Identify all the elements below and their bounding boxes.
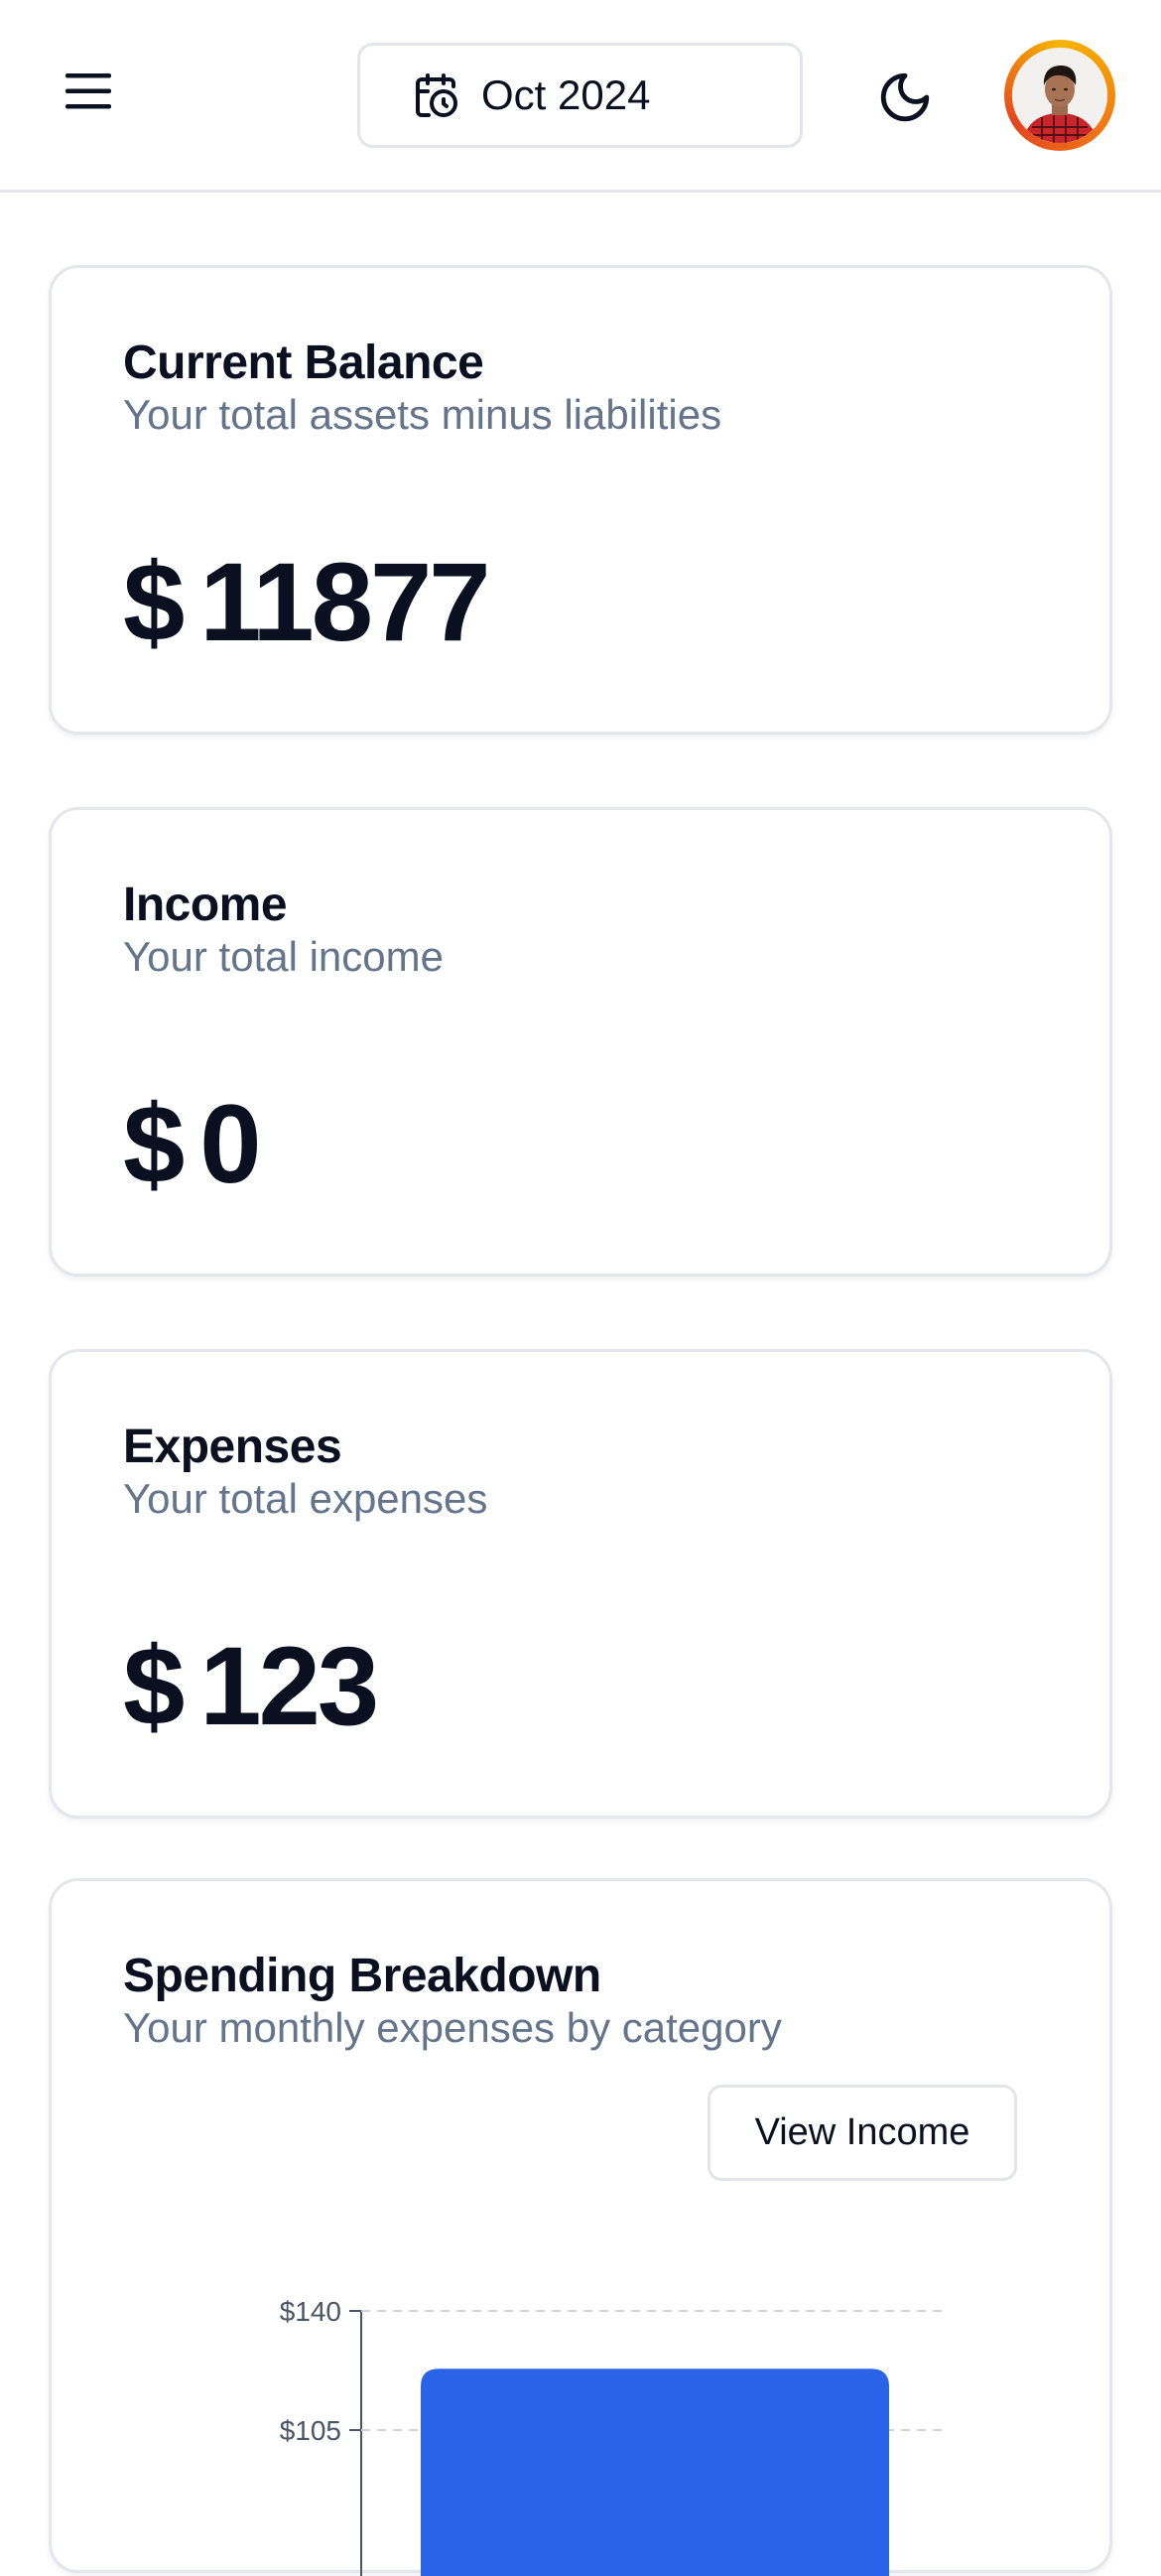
current-balance-card: Current Balance Your total assets minus … [49,265,1112,735]
card-subtitle: Your total expenses [123,1475,488,1522]
balance-value: 11877 [199,540,490,664]
currency-symbol: $ [123,1082,185,1206]
card-subtitle: Your total assets minus liabilities [123,391,722,438]
expenses-amount: $123 [123,1622,379,1750]
card-title: Current Balance [123,337,484,389]
currency-symbol: $ [123,540,185,664]
spending-breakdown-card: Spending Breakdown Your monthly expenses… [49,1878,1112,2576]
card-title: Expenses [123,1421,342,1473]
moon-icon[interactable] [876,68,934,126]
y-tick-label: $105 [280,2415,341,2446]
month-picker-button[interactable]: Oct 2024 [357,43,803,148]
top-app-bar: Oct 2024 [0,0,1161,193]
theme-toggle-button[interactable] [873,66,937,129]
chart-bar [421,2369,889,2576]
avatar-photo [1012,48,1107,143]
spending-bar-chart: $140 $105 [280,2296,945,2576]
expenses-value: 123 [199,1624,379,1748]
y-tick-label: $140 [280,2296,341,2327]
menu-button[interactable] [60,62,119,121]
avatar[interactable] [1004,40,1115,151]
balance-amount: $11877 [123,538,491,666]
income-value: 0 [199,1082,261,1206]
card-title: Income [123,879,288,931]
currency-symbol: $ [123,1624,185,1748]
income-amount: $0 [123,1080,262,1208]
selected-month-label: Oct 2024 [481,71,651,118]
income-card: Income Your total income $0 [49,807,1112,1277]
card-subtitle: Your total income [123,933,444,980]
calendar-clock-icon [412,71,459,119]
hamburger-menu-icon[interactable] [64,70,115,112]
expenses-card: Expenses Your total expenses $123 [49,1349,1112,1819]
